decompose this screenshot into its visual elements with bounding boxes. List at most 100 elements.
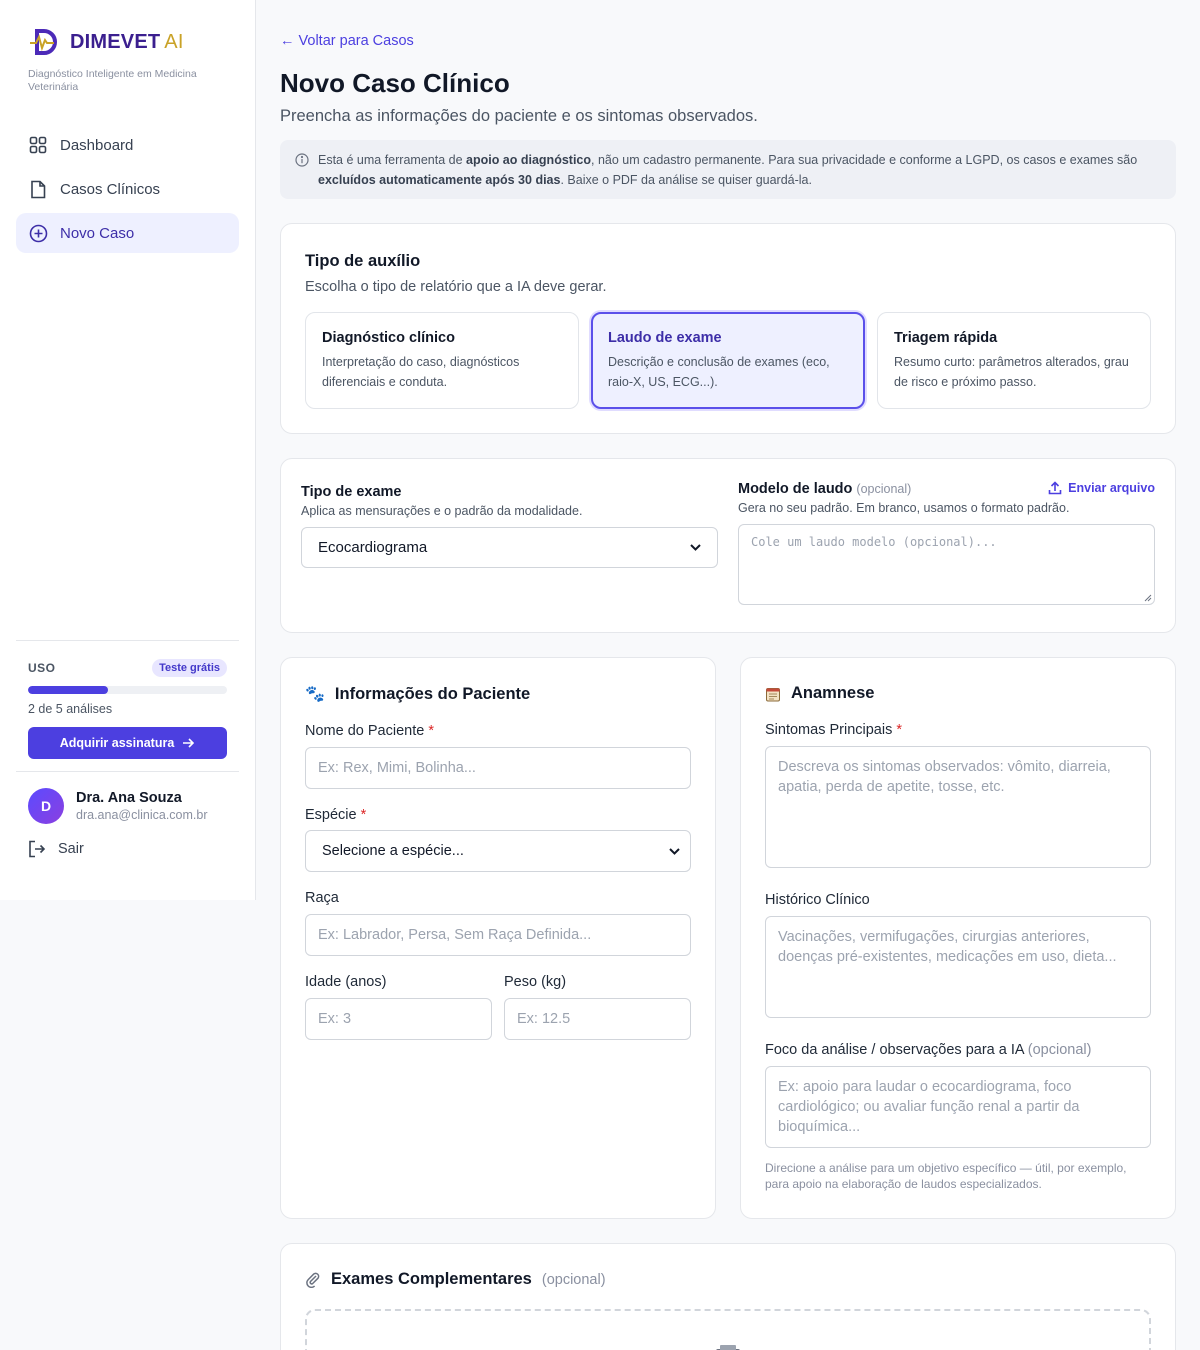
info-icon [295,153,309,167]
history-textarea[interactable]: Vacinações, vermifugações, cirurgias ant… [765,916,1151,1018]
usage-progress-bar [28,686,227,694]
age-input[interactable]: Ex: 3 [305,998,492,1040]
aid-type-options: Diagnóstico clínico Interpretação do cas… [305,312,1151,409]
upload-file-label: Enviar arquivo [1068,481,1155,495]
logout-icon [29,840,46,858]
species-label: Espécie * [305,807,367,823]
aid-type-subtitle: Escolha o tipo de relatório que a IA dev… [305,279,607,295]
exam-card: Tipo de exame Aplica as mensurações e o … [280,458,1176,633]
section-title-text: Exames Complementares [331,1270,532,1288]
aid-option-title: Triagem rápida [894,330,998,346]
aid-option-diagnostico-clinico[interactable]: Diagnóstico clínico Interpretação do cas… [305,312,579,409]
usage-progress-fill [28,686,108,694]
aid-option-desc: Descrição e conclusão de exames (eco, ra… [608,355,830,389]
report-model-textarea[interactable]: Cole um laudo modelo (opcional)... [738,524,1155,605]
report-model-placeholder: Cole um laudo modelo (opcional)... [751,535,997,549]
paperclip-icon [306,1272,320,1288]
sidebar-item-casos-clinicos[interactable]: Casos Clínicos [16,169,239,209]
notice-text: Esta é uma ferramenta de [318,153,466,167]
exam-type-value: Ecocardiograma [318,539,428,556]
section-title-text: Informações do Paciente [334,684,531,703]
notice-bold: excluídos automaticamente após 30 dias [318,173,561,187]
patient-name-input[interactable]: Ex: Rex, Mimi, Bolinha... [305,747,691,789]
aid-option-title: Diagnóstico clínico [322,330,455,346]
patient-info-card: 🐾 Informações do Paciente Nome do Pacien… [280,657,716,1219]
brand-logo-link[interactable]: DIMEVET AI [28,28,184,56]
aid-option-title: Laudo de exame [608,330,722,346]
breed-label: Raça [305,890,339,906]
analysis-focus-textarea[interactable]: Ex: apoio para laudar o ecocardiograma, … [765,1066,1151,1148]
trial-badge: Teste grátis [152,659,227,677]
analysis-focus-help: Direcione a análise para um objetivo esp… [765,1161,1127,1191]
arrow-right-icon [183,738,195,748]
symptoms-textarea[interactable]: Descreva os sintomas observados: vômito,… [765,746,1151,868]
avatar: D [28,788,64,824]
sidebar-item-dashboard[interactable]: Dashboard [16,125,239,165]
aid-option-desc: Interpretação do caso, diagnósticos dife… [322,355,520,389]
weight-input[interactable]: Ex: 12.5 [504,998,691,1040]
back-to-cases-link[interactable]: ← Voltar para Casos [280,33,414,49]
subscribe-button-label: Adquirir assinatura [59,736,175,750]
notice-text: , não um cadastro permanente. Para sua p… [591,153,1138,167]
user-email: dra.ana@clinica.com.br [76,808,208,822]
usage-label: USO [28,661,56,675]
plus-circle-icon [28,223,48,243]
history-label: Histórico Clínico [765,892,870,908]
notice-bold: apoio ao diagnóstico [466,153,592,167]
analysis-focus-label: Foco da análise / observações para a IA … [765,1042,1092,1058]
grid-icon [28,135,48,155]
aid-option-desc: Resumo curto: parâmetros alterados, grau… [894,355,1129,389]
chevron-down-icon [669,847,680,855]
page-subtitle: Preencha as informações do paciente e os… [280,107,758,125]
patient-name-label: Nome do Paciente * [305,723,434,739]
anamnesis-title: Anamnese [765,684,1151,703]
logout-label: Sair [58,841,84,857]
dimevet-logo-icon [30,29,57,55]
exam-dropzone[interactable] [305,1309,1151,1350]
brand-name: DIMEVET AI [70,30,184,53]
sidebar-item-label: Casos Clínicos [60,180,161,198]
upload-file-button[interactable]: Enviar arquivo [1048,481,1155,495]
brand-tagline: Diagnóstico Inteligente em Medicina Vete… [28,68,197,93]
exam-type-help: Aplica as mensurações e o padrão da moda… [301,504,583,518]
section-title-text: Anamnese [791,684,875,702]
breed-input[interactable]: Ex: Labrador, Persa, Sem Raça Definida..… [305,914,691,956]
privacy-notice: Esta é uma ferramenta de apoio ao diagnó… [280,140,1176,199]
user-panel: D Dra. Ana Souza dra.ana@clinica.com.br … [16,771,239,858]
aid-option-triagem-rapida[interactable]: Triagem rápida Resumo curto: parâmetros … [877,312,1151,409]
upload-icon [1048,481,1062,495]
species-value: Selecione a espécie... [322,843,464,859]
patient-info-title: 🐾 Informações do Paciente [305,684,691,704]
complementary-exams-card: Exames Complementares (opcional) [280,1243,1176,1350]
sidebar-item-label: Novo Caso [60,224,135,242]
user-name: Dra. Ana Souza [76,790,182,806]
chevron-down-icon [690,544,701,551]
sidebar: DIMEVET AI Diagnóstico Inteligente em Med… [0,0,256,900]
usage-count: 2 de 5 análises [28,702,113,716]
notice-text: . Baixe o PDF da análise se quiser guard… [560,173,812,187]
sidebar-nav: Dashboard Casos Clínicos Novo Caso [16,125,239,257]
user-profile[interactable]: D Dra. Ana Souza dra.ana@clinica.com.br [28,788,227,824]
logout-button[interactable]: Sair [28,840,227,858]
species-select[interactable]: Selecione a espécie... [305,830,691,872]
exam-type-label: Tipo de exame [301,484,402,500]
usage-panel: USO Teste grátis 2 de 5 análises Adquiri… [16,640,239,759]
symptoms-label: Sintomas Principais * [765,722,903,738]
weight-label: Peso (kg) [504,974,567,990]
optional-tag: (opcional) [856,482,912,496]
aid-option-laudo-exame[interactable]: Laudo de exame Descrição e conclusão de … [591,312,865,409]
sidebar-item-novo-caso[interactable]: Novo Caso [16,213,239,253]
sidebar-item-label: Dashboard [60,136,134,154]
subscribe-button[interactable]: Adquirir assinatura [28,727,227,759]
upload-icon [716,1345,740,1350]
resize-grip-icon[interactable] [1143,593,1152,602]
document-icon [28,179,48,199]
exam-type-select[interactable]: Ecocardiograma [301,527,718,568]
optional-tag: (opcional) [541,1271,606,1288]
age-label: Idade (anos) [305,974,387,990]
aid-type-card: Tipo de auxílio Escolha o tipo de relató… [280,223,1176,434]
paw-icon: 🐾 [305,686,325,703]
clipboard-icon [766,687,780,701]
report-model-help: Gera no seu padrão. Em branco, usamos o … [738,501,1070,515]
anamnesis-card: Anamnese Sintomas Principais * Descreva … [740,657,1176,1219]
